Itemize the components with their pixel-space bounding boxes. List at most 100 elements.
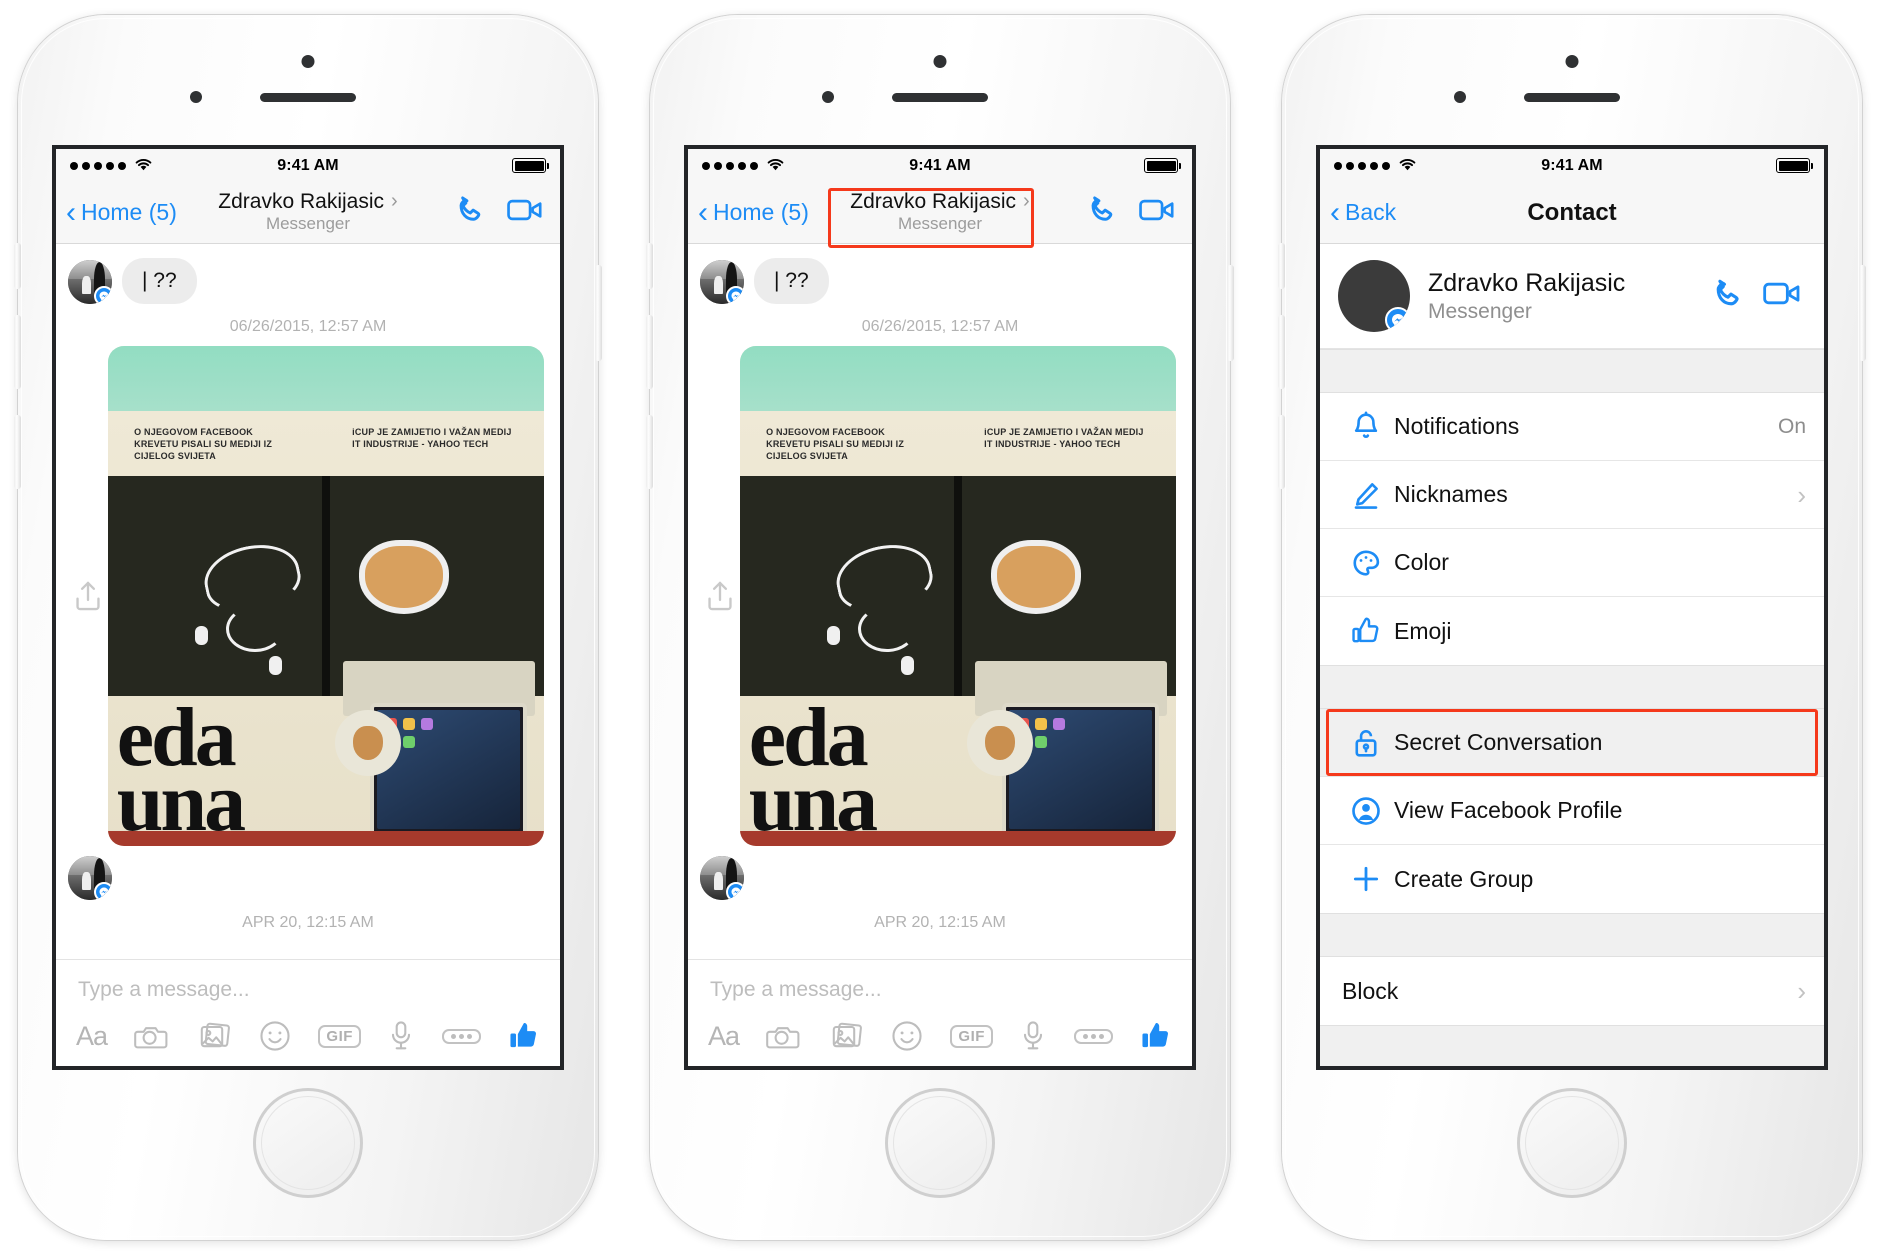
section-gap — [1320, 349, 1824, 393]
conversation-title[interactable]: Zdravko Rakijasic › — [218, 190, 397, 213]
home-button[interactable] — [253, 1088, 363, 1198]
text-format-icon[interactable]: Aa — [708, 1021, 740, 1052]
share-upload-icon[interactable] — [68, 579, 108, 613]
conversation-title[interactable]: Zdravko Rakijasic › — [850, 189, 1029, 213]
avatar[interactable] — [700, 856, 744, 900]
home-button[interactable] — [885, 1088, 995, 1198]
video-camera-icon[interactable] — [1138, 195, 1176, 230]
home-button[interactable] — [1517, 1088, 1627, 1198]
conversation-title-text: Zdravko Rakijasic — [850, 189, 1017, 213]
composer-toolbar: Aa GIF — [688, 1020, 1192, 1066]
volume-down-button[interactable] — [14, 415, 21, 489]
avatar[interactable] — [68, 260, 112, 304]
row-nicknames[interactable]: Nicknames › — [1320, 461, 1824, 529]
contact-name: Zdravko Rakijasic — [1428, 269, 1626, 298]
row-color[interactable]: Color — [1320, 529, 1824, 597]
phone-call-icon[interactable] — [1710, 276, 1746, 317]
gif-icon[interactable]: GIF — [318, 1024, 361, 1048]
highlight-box-conversation-title — [828, 188, 1034, 248]
microphone-icon[interactable] — [1020, 1020, 1046, 1052]
contact-identity: Zdravko Rakijasic Messenger — [1428, 268, 1625, 323]
back-button-label: Home (5) — [81, 199, 177, 225]
conversation-navbar-2: ‹ Home (5) Zdravko Rakijasic › Messenger — [688, 182, 1192, 248]
power-button[interactable] — [1227, 265, 1234, 361]
volume-down-button[interactable] — [646, 415, 653, 489]
text-format-icon[interactable]: Aa — [76, 1021, 108, 1052]
messenger-badge-icon — [94, 286, 112, 304]
thumbs-up-icon[interactable] — [1140, 1020, 1172, 1052]
settings-group-3: Block › — [1320, 957, 1824, 1025]
back-button-label: Home (5) — [713, 199, 809, 225]
avatar[interactable] — [1338, 260, 1410, 332]
emoji-smiley-icon[interactable] — [891, 1020, 923, 1052]
battery-full-icon — [512, 158, 549, 173]
section-gap — [1320, 913, 1824, 957]
row-emoji[interactable]: Emoji — [1320, 597, 1824, 665]
row-label: Emoji — [1394, 617, 1452, 644]
photo-attachment[interactable]: O NJEGOVOM FACEBOOK KREVETU PISALI SU ME… — [740, 346, 1176, 846]
phone-call-icon[interactable] — [454, 193, 488, 232]
status-bar: 9:41 AM — [688, 149, 1192, 182]
share-upload-icon[interactable] — [700, 579, 740, 613]
mute-switch[interactable] — [1278, 243, 1285, 289]
volume-up-button[interactable] — [646, 315, 653, 389]
gif-icon[interactable]: GIF — [950, 1024, 993, 1048]
back-button-home[interactable]: ‹ Home (5) — [698, 195, 809, 229]
front-camera — [1565, 55, 1579, 68]
volume-down-button[interactable] — [1278, 415, 1285, 489]
message-bubble[interactable]: | ?? — [122, 258, 197, 304]
navbar-actions — [454, 193, 550, 232]
navbar-actions — [1086, 193, 1182, 232]
pencil-icon — [1338, 480, 1394, 510]
row-secret-conversation[interactable]: Secret Conversation — [1320, 709, 1824, 777]
more-options-icon[interactable] — [1073, 1028, 1113, 1044]
row-create-group[interactable]: Create Group — [1320, 845, 1824, 913]
photo-library-icon[interactable] — [198, 1021, 232, 1051]
avatar[interactable] — [68, 856, 112, 900]
plus-icon — [1338, 863, 1394, 895]
row-label: Secret Conversation — [1394, 729, 1603, 755]
phone-call-icon[interactable] — [1086, 193, 1120, 232]
microphone-icon[interactable] — [388, 1020, 414, 1052]
camera-icon[interactable] — [134, 1022, 170, 1050]
row-notifications[interactable]: Notifications On — [1320, 393, 1824, 461]
conversation-subtitle: Messenger — [265, 214, 351, 234]
photo-caption-right: iCUP JE ZAMIJETIO I VAŽAN MEDIJ IT INDUS… — [352, 427, 512, 450]
power-button[interactable] — [1859, 265, 1866, 361]
thumbs-up-icon — [1338, 616, 1394, 646]
message-input[interactable]: Type a message... — [56, 960, 560, 1020]
row-block[interactable]: Block › — [1320, 957, 1824, 1025]
chevron-left-icon: ‹ — [698, 195, 708, 229]
page-title: Contact — [1527, 198, 1617, 226]
more-options-icon[interactable] — [441, 1028, 481, 1044]
camera-icon[interactable] — [766, 1022, 802, 1050]
back-button[interactable]: ‹ Back — [1330, 197, 1396, 228]
front-camera — [933, 55, 947, 68]
photo-library-icon[interactable] — [830, 1021, 864, 1051]
power-button[interactable] — [595, 265, 602, 361]
message-bubble[interactable]: | ?? — [754, 258, 829, 304]
messenger-badge-icon — [1385, 307, 1410, 332]
row-view-facebook-profile[interactable]: View Facebook Profile — [1320, 777, 1824, 845]
photo-message-row: O NJEGOVOM FACEBOOK KREVETU PISALI SU ME… — [56, 346, 560, 846]
conversation-navbar-1: ‹ Home (5) Zdravko Rakijasic › Messenger — [56, 182, 560, 244]
front-camera — [301, 55, 315, 68]
mute-switch[interactable] — [14, 243, 21, 289]
photo-caption-right: iCUP JE ZAMIJETIO I VAŽAN MEDIJ IT INDUS… — [984, 427, 1144, 450]
chevron-right-icon: › — [1797, 976, 1806, 1006]
emoji-smiley-icon[interactable] — [259, 1020, 291, 1052]
video-camera-icon[interactable] — [506, 195, 544, 230]
back-button-home[interactable]: ‹ Home (5) — [66, 197, 177, 228]
section-gap — [1320, 665, 1824, 709]
volume-up-button[interactable] — [14, 315, 21, 389]
messenger-badge-icon — [726, 882, 744, 900]
mute-switch[interactable] — [646, 243, 653, 289]
status-bar: 9:41 AM — [56, 149, 560, 182]
volume-up-button[interactable] — [1278, 315, 1285, 389]
avatar[interactable] — [700, 260, 744, 304]
video-camera-icon[interactable] — [1762, 278, 1802, 314]
message-input[interactable]: Type a message... — [688, 960, 1192, 1020]
bottom-timestamp: APR 20, 12:15 AM — [874, 914, 1006, 931]
photo-attachment[interactable]: O NJEGOVOM FACEBOOK KREVETU PISALI SU ME… — [108, 346, 544, 846]
thumbs-up-icon[interactable] — [508, 1020, 540, 1052]
